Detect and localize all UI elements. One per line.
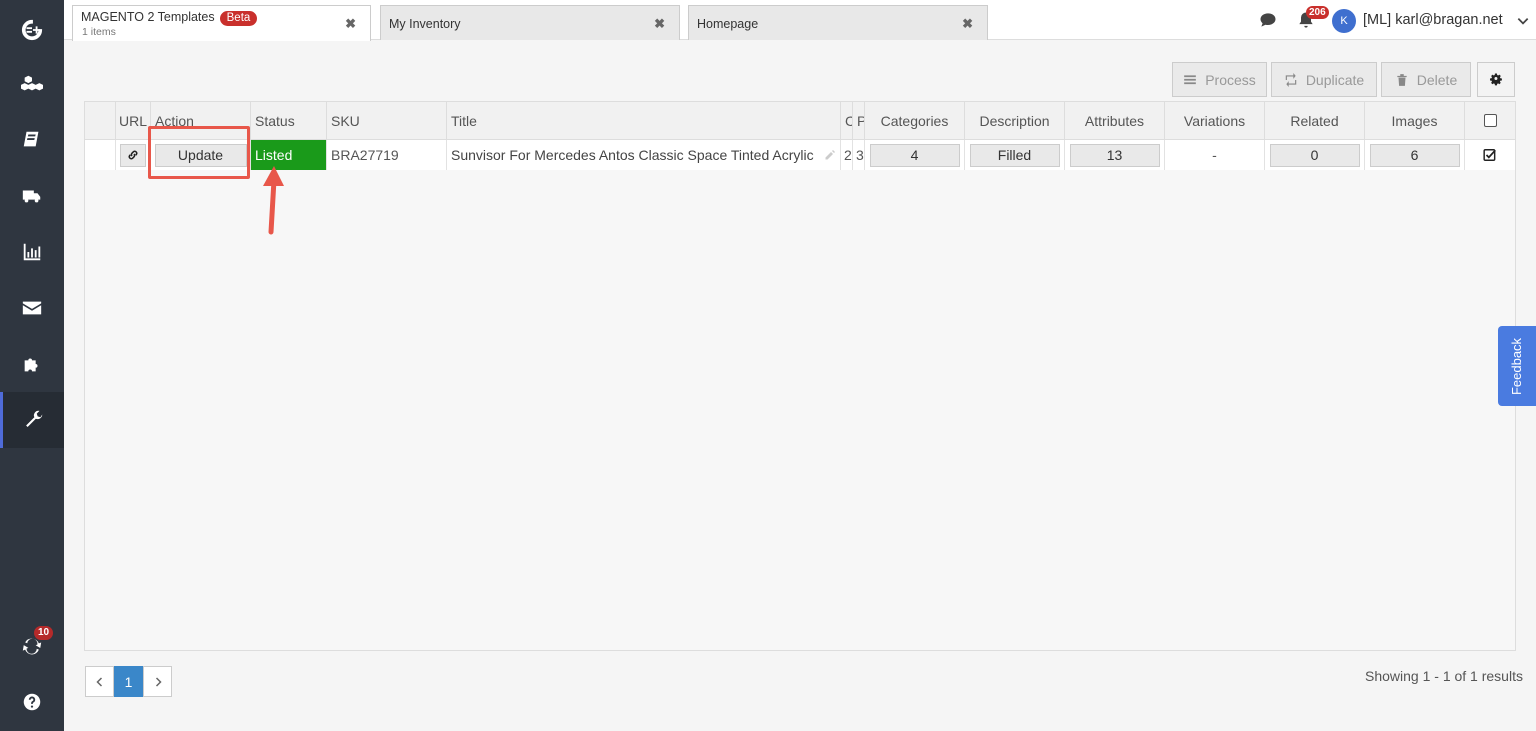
tab-item-count: 1 items	[82, 26, 116, 38]
sidebar: 10	[0, 0, 64, 731]
next-page-button[interactable]	[143, 666, 172, 697]
sidebar-logo[interactable]	[0, 2, 64, 58]
notifications-badge: 206	[1306, 6, 1329, 19]
sku-cell: BRA27719	[327, 140, 447, 170]
url-cell	[116, 140, 151, 170]
user-account-label[interactable]: [ML] karl@bragan.net	[1363, 12, 1503, 28]
top-bar: MAGENTO 2 Templates Beta 1 items ✖ My Inv…	[64, 0, 1536, 41]
sidebar-item-messages[interactable]	[0, 280, 64, 336]
annotation-arrow-icon	[263, 166, 284, 235]
tab-my-inventory[interactable]: My Inventory ✖	[380, 5, 680, 40]
title-cell[interactable]: Sunvisor For Mercedes Antos Classic Spac…	[447, 140, 841, 170]
sidebar-item-sync[interactable]: 10	[0, 618, 64, 674]
column-header-categories[interactable]: Categories	[865, 102, 965, 140]
attributes-cell: 13	[1065, 140, 1165, 170]
bar-chart-icon	[23, 243, 41, 261]
help-icon	[23, 693, 41, 711]
tab-title: Homepage	[697, 17, 759, 31]
sidebar-item-help[interactable]	[0, 674, 64, 730]
c-cell: 2	[841, 140, 853, 170]
sidebar-item-shipping[interactable]	[0, 168, 64, 224]
highlight-box	[148, 126, 250, 179]
envelope-icon	[22, 301, 42, 315]
logo-icon	[21, 19, 43, 41]
chevron-right-icon	[155, 676, 162, 687]
column-header-related[interactable]: Related	[1265, 102, 1365, 140]
attributes-button[interactable]: 13	[1069, 143, 1160, 167]
sidebar-item-tools[interactable]	[0, 392, 64, 448]
prev-page-button[interactable]	[85, 666, 114, 697]
sidebar-item-reports[interactable]	[0, 224, 64, 280]
chat-icon[interactable]	[1258, 10, 1278, 33]
column-header-variations[interactable]: Variations	[1165, 102, 1265, 140]
feedback-label: Feedback	[1509, 337, 1525, 395]
column-header-row-select	[85, 102, 116, 140]
feedback-button[interactable]: Feedback	[1498, 326, 1536, 406]
inventory-grid: URL Action Status SKU Title C P Categori…	[84, 101, 1516, 651]
results-summary: Showing 1 - 1 of 1 results	[1365, 668, 1523, 684]
avatar[interactable]: K	[1332, 9, 1356, 33]
tab-magento-templates[interactable]: MAGENTO 2 Templates Beta 1 items ✖	[72, 5, 371, 41]
edit-icon[interactable]	[824, 149, 836, 161]
row-checkbox[interactable]	[1465, 140, 1515, 170]
list-icon	[1184, 74, 1197, 84]
tab-title: MAGENTO 2 Templates	[81, 10, 215, 24]
page-button-current[interactable]: 1	[114, 666, 143, 697]
row-select-cell	[85, 140, 116, 170]
variations-cell: -	[1165, 140, 1265, 170]
description-button[interactable]: Filled	[969, 143, 1060, 167]
trash-icon	[1397, 73, 1407, 86]
tab-title: My Inventory	[389, 17, 461, 31]
beta-badge: Beta	[219, 11, 258, 26]
images-button[interactable]: 6	[1369, 143, 1460, 167]
close-icon[interactable]: ✖	[654, 16, 665, 32]
truck-icon	[22, 190, 41, 203]
column-header-p[interactable]: P	[853, 102, 865, 140]
column-header-images[interactable]: Images	[1365, 102, 1465, 140]
close-icon[interactable]: ✖	[345, 16, 356, 32]
chevron-left-icon	[95, 676, 102, 687]
tab-homepage[interactable]: Homepage ✖	[688, 5, 988, 40]
column-header-sku[interactable]: SKU	[327, 102, 447, 140]
link-button[interactable]	[120, 143, 146, 167]
select-all-checkbox[interactable]	[1465, 102, 1515, 140]
related-button[interactable]: 0	[1269, 143, 1360, 167]
delete-button[interactable]: Delete	[1381, 62, 1471, 97]
sidebar-item-products[interactable]	[0, 56, 64, 112]
title-text: Sunvisor For Mercedes Antos Classic Spac…	[451, 147, 814, 163]
chevron-down-icon[interactable]	[1516, 14, 1530, 31]
column-header-c[interactable]: C	[841, 102, 853, 140]
categories-button[interactable]: 4	[869, 143, 960, 167]
gear-icon	[1489, 72, 1502, 85]
settings-button[interactable]	[1477, 62, 1515, 97]
puzzle-icon	[24, 358, 38, 372]
column-header-attributes[interactable]: Attributes	[1065, 102, 1165, 140]
related-cell: 0	[1265, 140, 1365, 170]
book-icon	[23, 131, 39, 147]
link-icon	[128, 150, 138, 160]
notifications-bell[interactable]: 206	[1296, 6, 1329, 33]
wrench-icon	[25, 410, 42, 427]
sync-badge: 10	[34, 626, 54, 640]
close-icon[interactable]: ✖	[962, 16, 973, 32]
column-header-status[interactable]: Status	[251, 102, 327, 140]
description-cell: Filled	[965, 140, 1065, 170]
images-cell: 6	[1365, 140, 1465, 170]
column-header-title[interactable]: Title	[447, 102, 841, 140]
sidebar-item-catalog[interactable]	[0, 112, 64, 168]
p-cell: 3	[853, 140, 865, 170]
duplicate-button[interactable]: Duplicate	[1271, 62, 1377, 97]
cubes-icon	[21, 75, 43, 91]
categories-cell: 4	[865, 140, 965, 170]
checked-checkbox-icon	[1483, 149, 1496, 161]
sidebar-item-plugins[interactable]	[0, 336, 64, 392]
process-button[interactable]: Process	[1172, 62, 1267, 97]
retweet-icon	[1285, 72, 1297, 87]
column-header-url[interactable]: URL	[116, 102, 151, 140]
column-header-description[interactable]: Description	[965, 102, 1065, 140]
